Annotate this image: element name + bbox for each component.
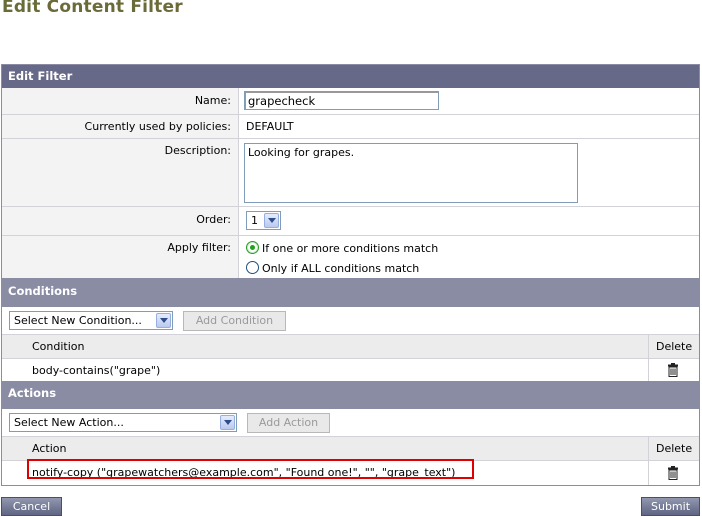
condition-text[interactable]: body-contains("grape") <box>32 364 160 377</box>
apply-filter-row: Apply filter: If one or more conditions … <box>2 235 699 278</box>
new-action-select-value: Select New Action... <box>14 416 124 429</box>
policies-value: DEFAULT <box>246 120 294 133</box>
action-column-header: Action <box>32 442 67 455</box>
trash-icon[interactable] <box>667 363 679 380</box>
order-select[interactable]: 1 <box>246 211 281 230</box>
apply-filter-label: Apply filter: <box>167 241 231 254</box>
new-action-select[interactable]: Select New Action... <box>9 413 237 432</box>
radio-any-condition-label[interactable]: If one or more conditions match <box>262 242 438 255</box>
add-action-button[interactable]: Add Action <box>247 413 330 433</box>
conditions-toolbar: Select New Condition... Add Condition <box>2 307 699 334</box>
name-row: Name: <box>2 88 699 114</box>
delete-column-header: Delete <box>656 340 693 353</box>
actions-toolbar: Select New Action... Add Action <box>2 409 699 436</box>
condition-column-header: Condition <box>32 340 85 353</box>
add-condition-button[interactable]: Add Condition <box>183 311 286 331</box>
actions-header: Actions <box>2 381 699 409</box>
name-label: Name: <box>194 94 231 107</box>
edit-filter-panel: Edit Filter Name: Currently used by poli… <box>1 64 700 486</box>
conditions-header: Conditions <box>2 278 699 307</box>
order-label: Order: <box>196 213 231 226</box>
policies-row: Currently used by policies: DEFAULT <box>2 114 699 138</box>
submit-button[interactable]: Submit <box>641 497 700 516</box>
actions-table-header: Action Delete <box>2 436 699 460</box>
cancel-button[interactable]: Cancel <box>1 497 62 516</box>
table-row: body-contains("grape") <box>2 358 699 381</box>
description-label: Description: <box>164 144 231 157</box>
new-condition-select-value: Select New Condition... <box>14 314 142 327</box>
chevron-down-icon[interactable] <box>220 415 235 430</box>
chevron-down-icon[interactable] <box>156 313 171 328</box>
order-select-value: 1 <box>251 214 258 227</box>
name-input[interactable] <box>244 91 439 110</box>
trash-icon[interactable] <box>667 466 679 483</box>
order-row: Order: 1 <box>2 206 699 235</box>
radio-all-conditions-label[interactable]: Only if ALL conditions match <box>262 262 419 275</box>
description-textarea[interactable]: Looking for grapes. <box>244 143 578 203</box>
page-title: Edit Content Filter <box>2 0 183 17</box>
edit-filter-header: Edit Filter <box>2 65 699 88</box>
new-condition-select[interactable]: Select New Condition... <box>9 311 173 330</box>
delete-column-header: Delete <box>656 442 693 455</box>
description-row: Description: Looking for grapes. <box>2 138 699 206</box>
chevron-down-icon[interactable] <box>264 213 279 228</box>
action-highlight-box <box>27 459 474 479</box>
conditions-table-header: Condition Delete <box>2 334 699 358</box>
radio-any-condition[interactable] <box>246 241 259 254</box>
policies-label: Currently used by policies: <box>84 120 231 133</box>
radio-all-conditions[interactable] <box>246 261 259 274</box>
